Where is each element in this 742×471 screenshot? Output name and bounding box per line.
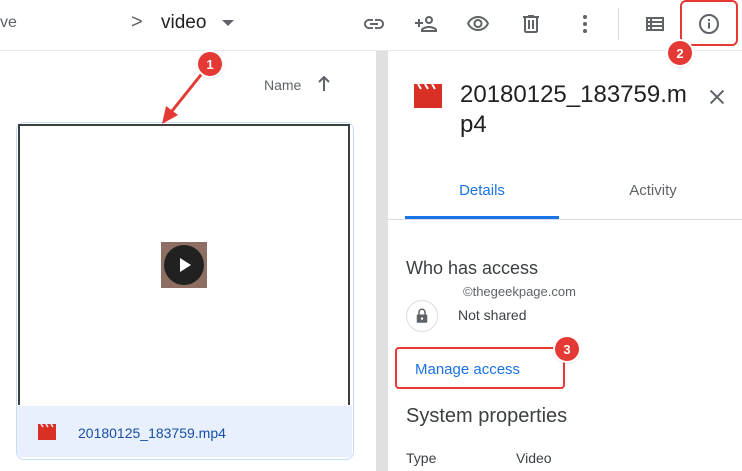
- property-type-label: Type: [406, 450, 437, 466]
- play-icon: [164, 245, 204, 285]
- trash-icon[interactable]: [513, 6, 549, 42]
- video-file-icon: [414, 83, 442, 108]
- toolbar-divider: [618, 8, 619, 40]
- system-properties-heading: System properties: [406, 405, 568, 427]
- sharing-status: Not shared: [458, 307, 527, 323]
- info-button-highlight: [680, 0, 738, 46]
- watermark: ©thegeekpage.com: [463, 284, 576, 299]
- preview-icon[interactable]: [460, 6, 496, 42]
- share-icon[interactable]: [408, 6, 444, 42]
- play-button[interactable]: [161, 242, 207, 288]
- link-icon[interactable]: [356, 6, 392, 42]
- list-view-icon[interactable]: [637, 6, 673, 42]
- sort-by-name[interactable]: Name: [264, 77, 301, 93]
- breadcrumb-separator: >: [131, 11, 143, 33]
- property-type-value: Video: [516, 450, 552, 466]
- tabs-divider: [388, 219, 742, 220]
- annotation-badge-1: 1: [198, 52, 222, 76]
- breadcrumb-current-folder[interactable]: video: [161, 12, 206, 34]
- tab-details[interactable]: Details: [405, 182, 559, 199]
- annotation-badge-2: 2: [668, 41, 692, 65]
- close-icon[interactable]: [700, 80, 734, 114]
- chevron-down-icon[interactable]: [222, 20, 234, 26]
- tab-activity[interactable]: Activity: [576, 182, 730, 199]
- video-file-icon: [38, 423, 56, 440]
- file-name: 20180125_183759.mp4: [78, 425, 226, 441]
- active-tab-indicator: [405, 216, 559, 219]
- arrow-up-icon[interactable]: [314, 72, 334, 96]
- manage-access-label[interactable]: Manage access: [415, 361, 520, 378]
- pane-scrollbar[interactable]: [376, 51, 388, 471]
- annotation-badge-3: 3: [555, 337, 579, 361]
- breadcrumb-parent[interactable]: ve: [0, 14, 17, 32]
- more-vert-icon[interactable]: [567, 6, 603, 42]
- who-has-access-heading: Who has access: [406, 258, 539, 278]
- details-title: 20180125_183759.mp4: [460, 81, 687, 138]
- lock-icon: [406, 300, 438, 332]
